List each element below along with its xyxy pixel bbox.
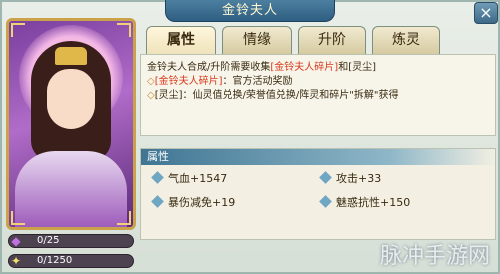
item-link-shard[interactable]: [金铃夫人碎片] bbox=[270, 62, 338, 73]
attribute-charm-resist: 魅惑抗性+150 bbox=[319, 195, 411, 211]
attribute-crit-reduction-label: 暴伤减免+19 bbox=[168, 196, 236, 209]
attribute-attack-label: 攻击+33 bbox=[336, 172, 382, 185]
description-text: 和 bbox=[338, 62, 349, 73]
portrait-robe bbox=[15, 151, 127, 227]
site-watermark: 脉冲手游网 bbox=[379, 244, 490, 269]
description-panel: 金铃夫人合成/升阶需要收集[金铃夫人碎片]和[灵尘] ◇[金铃夫人碎片]：官方活… bbox=[140, 54, 496, 136]
portrait-crown bbox=[55, 47, 87, 65]
dust-progress-bar: ✦ 0/1250 bbox=[8, 254, 134, 268]
tab-attributes[interactable]: 属性 bbox=[146, 26, 216, 54]
corner-ornament bbox=[11, 211, 25, 225]
diamond-icon bbox=[319, 195, 332, 208]
character-portrait bbox=[6, 18, 136, 230]
diamond-icon bbox=[151, 171, 164, 184]
attribute-crit-reduction: 暴伤减免+19 bbox=[151, 195, 236, 211]
tab-refine[interactable]: 炼灵 bbox=[372, 26, 440, 54]
bullet-icon: ◇ bbox=[147, 90, 155, 101]
window-title: 金铃夫人 bbox=[165, 0, 335, 22]
description-text: 金铃夫人合成/升阶需要收集 bbox=[147, 62, 271, 73]
description-text: ：官方活动奖励 bbox=[222, 76, 293, 87]
item-link-dust[interactable]: [灵尘] bbox=[348, 62, 376, 73]
gem-icon: ◆ bbox=[11, 234, 21, 248]
diamond-icon bbox=[151, 195, 164, 208]
corner-ornament bbox=[117, 211, 131, 225]
attribute-panel: 属性 气血+1547 攻击+33 暴伤减免+19 魅惑抗性+150 bbox=[140, 148, 497, 240]
diamond-icon bbox=[319, 171, 332, 184]
description-line: 金铃夫人合成/升阶需要收集[金铃夫人碎片]和[灵尘] bbox=[147, 61, 489, 75]
item-link-shard[interactable]: [金铃夫人碎片] bbox=[155, 76, 223, 87]
dust-progress-text: 0/1250 bbox=[37, 255, 73, 266]
bullet-icon: ◇ bbox=[147, 76, 155, 87]
tab-advance[interactable]: 升阶 bbox=[298, 26, 366, 54]
close-button[interactable]: × bbox=[474, 2, 498, 24]
tab-fate[interactable]: 情缘 bbox=[222, 26, 292, 54]
attribute-attack: 攻击+33 bbox=[319, 171, 382, 187]
attribute-header: 属性 bbox=[141, 149, 497, 165]
portrait-face bbox=[47, 69, 95, 129]
description-line: ◇[灵尘]：仙灵值兑换/荣誉值兑换/阵灵和碎片"拆解"获得 bbox=[147, 89, 489, 103]
attribute-hp-label: 气血+1547 bbox=[168, 172, 228, 185]
corner-ornament bbox=[11, 23, 25, 37]
attribute-charm-resist-label: 魅惑抗性+150 bbox=[336, 196, 411, 209]
shard-progress-bar: ◆ 0/25 bbox=[8, 234, 134, 248]
shard-progress-text: 0/25 bbox=[37, 235, 60, 246]
description-text: [灵尘]：仙灵值兑换/荣誉值兑换/阵灵和碎片"拆解"获得 bbox=[154, 90, 399, 101]
attribute-hp: 气血+1547 bbox=[151, 171, 228, 187]
corner-ornament bbox=[117, 23, 131, 37]
dust-icon: ✦ bbox=[10, 254, 22, 268]
description-line: ◇[金铃夫人碎片]：官方活动奖励 bbox=[147, 75, 489, 89]
